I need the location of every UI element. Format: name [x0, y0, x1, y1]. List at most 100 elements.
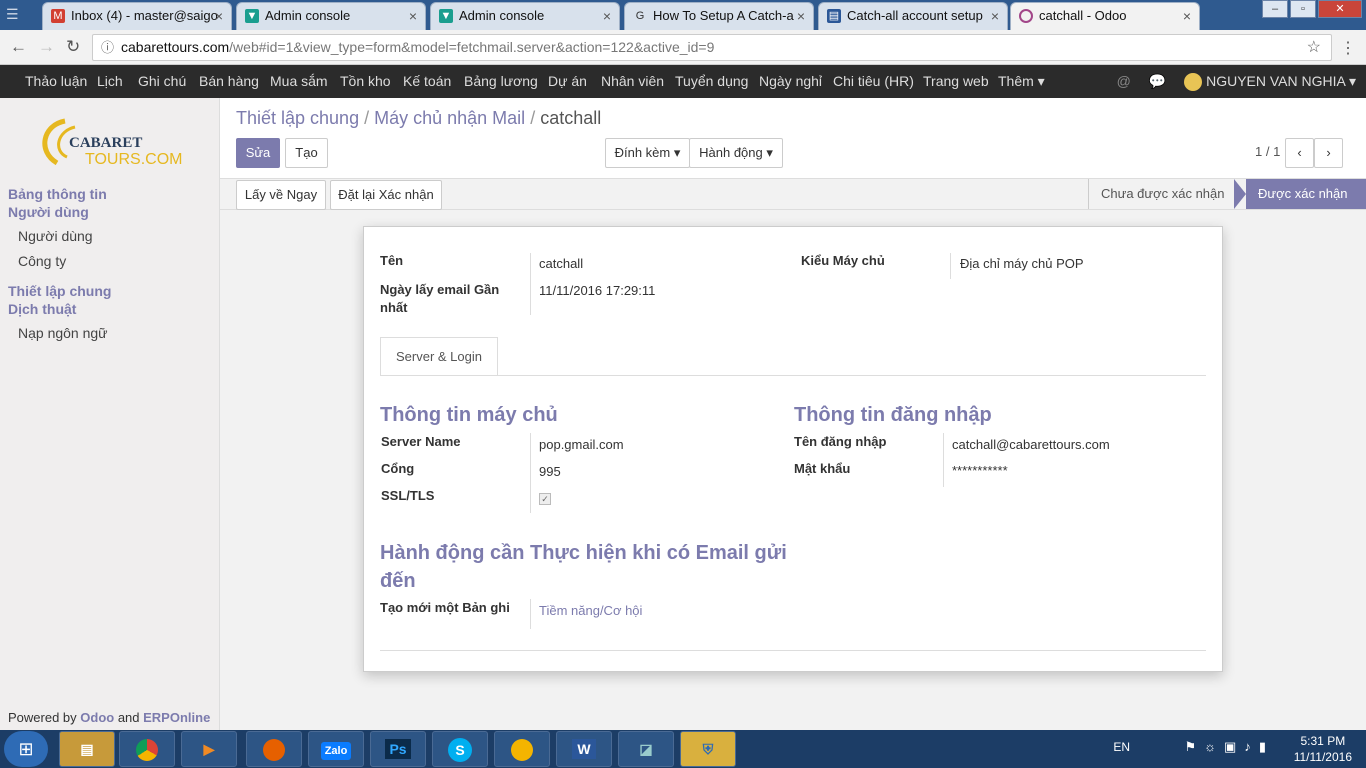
menu-mua-sam[interactable]: Mua sắm	[270, 65, 328, 98]
chrome-icon[interactable]	[119, 731, 175, 767]
attachment-dropdown[interactable]: Đính kèm ▾	[605, 138, 690, 168]
system-tray-icons[interactable]: ⚑☼▣♪▮	[1184, 739, 1274, 755]
menu-chi-tieu[interactable]: Chi tiêu (HR)	[833, 65, 914, 98]
skype-icon[interactable]: S	[432, 731, 488, 767]
chrome-canary-icon[interactable]	[494, 731, 550, 767]
bookmark-star-icon[interactable]: ☆	[1307, 35, 1321, 60]
field-separator	[943, 433, 944, 487]
powered-and: and	[114, 710, 144, 725]
paint-icon[interactable]: ◪	[618, 731, 674, 767]
back-icon[interactable]: ←	[10, 37, 27, 57]
odoo-link[interactable]: Odoo	[80, 710, 114, 725]
sheet-bottom-divider	[380, 650, 1206, 651]
create-record-label: Tạo mới một Bản ghi	[380, 600, 510, 615]
action-dropdown[interactable]: Hành động ▾	[689, 138, 783, 168]
language-indicator[interactable]: EN	[1113, 740, 1130, 754]
browser-tab-catchall-setup[interactable]: ▤ Catch-all account setup ×	[818, 2, 1008, 30]
stage-unconfirmed[interactable]: Chưa được xác nhận	[1088, 179, 1237, 209]
breadcrumb-current: catchall	[540, 108, 602, 128]
clock-date: 11/11/2016	[1293, 750, 1352, 764]
sidebar-item-load-language[interactable]: Nạp ngôn ngữ	[18, 325, 108, 341]
browser-tab-admin-1[interactable]: ▼ Admin console ×	[236, 2, 426, 30]
browser-menu-icon[interactable]: ☰	[6, 6, 26, 24]
menu-bang-luong[interactable]: Bảng lương	[464, 65, 538, 98]
pager-previous-button[interactable]: ‹	[1285, 138, 1314, 168]
close-icon[interactable]: ×	[797, 3, 805, 29]
server-name-label: Server Name	[381, 434, 461, 449]
maximize-icon[interactable]: ▫	[1290, 0, 1316, 18]
server-type-label: Kiểu Máy chủ	[801, 253, 885, 268]
close-icon[interactable]: ×	[215, 3, 223, 29]
zalo-icon[interactable]: Zalo	[308, 731, 364, 767]
create-record-value[interactable]: Tiềm năng/Cơ hội	[539, 603, 642, 618]
close-icon[interactable]: ×	[603, 3, 611, 29]
security-shield-icon[interactable]: ⛨	[680, 731, 736, 767]
stage-confirmed[interactable]: Được xác nhận	[1246, 179, 1366, 209]
breadcrumb-general-settings[interactable]: Thiết lập chung	[236, 108, 359, 128]
windows-start-icon[interactable]: ⊞	[4, 731, 48, 767]
photoshop-icon[interactable]: Ps	[370, 731, 426, 767]
browser-tab-odoo[interactable]: catchall - Odoo ×	[1010, 2, 1200, 30]
sidebar-head-general-settings[interactable]: Thiết lập chung	[8, 283, 111, 299]
url-path: /web#id=1&view_type=form&model=fetchmail…	[229, 39, 715, 55]
form-sheet: Tên catchall Ngày lấy email Gần nhất 11/…	[363, 226, 1223, 672]
firefox-icon[interactable]	[246, 731, 302, 767]
sidebar-head-users[interactable]: Người dùng	[8, 204, 89, 220]
menu-ton-kho[interactable]: Tồn kho	[340, 65, 391, 98]
minimize-icon[interactable]: –	[1262, 0, 1288, 18]
at-icon[interactable]: @	[1117, 73, 1131, 89]
close-icon[interactable]: ×	[1183, 3, 1191, 29]
menu-du-an[interactable]: Dự án	[548, 65, 587, 98]
sidebar-head-translations[interactable]: Dịch thuật	[8, 301, 76, 317]
ssl-checkbox[interactable]: ✓	[539, 493, 551, 505]
breadcrumb-separator: /	[359, 108, 375, 128]
menu-tuyen-dung[interactable]: Tuyển dụng	[675, 65, 748, 98]
menu-ngay-nghi[interactable]: Ngày nghỉ	[759, 65, 822, 98]
breadcrumb-mail-servers[interactable]: Máy chủ nhận Mail	[374, 108, 525, 128]
close-window-icon[interactable]: ✕	[1318, 0, 1362, 18]
menu-lich[interactable]: Lịch	[97, 65, 123, 98]
system-clock[interactable]: 5:31 PM 11/11/2016	[1294, 733, 1352, 765]
erponline-link[interactable]: ERPOnline	[143, 710, 210, 725]
pager-next-button[interactable]: ›	[1314, 138, 1343, 168]
menu-nhan-vien[interactable]: Nhân viên	[601, 65, 664, 98]
edit-button[interactable]: Sửa	[236, 138, 280, 168]
media-player-icon[interactable]: ▶	[181, 731, 237, 767]
chat-icon[interactable]: 💬	[1149, 73, 1166, 89]
url-domain: cabarettours.com	[121, 39, 230, 55]
breadcrumb: Thiết lập chung / Máy chủ nhận Mail / ca…	[236, 108, 601, 129]
fetch-now-button[interactable]: Lấy về Ngay	[236, 180, 326, 210]
menu-ghi-chu[interactable]: Ghi chú	[138, 65, 186, 98]
chevron-down-icon[interactable]: ▾	[1349, 73, 1356, 89]
company-logo[interactable]: CABARET TOURS.COM	[35, 113, 195, 173]
sidebar-item-users[interactable]: Người dùng	[18, 228, 93, 244]
explorer-icon[interactable]: ▤	[59, 731, 115, 767]
menu-them[interactable]: Thêm ▾	[998, 65, 1045, 98]
incoming-action-heading: Hành động cần Thực hiện khi có Email gửi…	[380, 542, 787, 592]
close-icon[interactable]: ×	[991, 3, 999, 29]
browser-tab-inbox[interactable]: M Inbox (4) - master@saigo ×	[42, 2, 232, 30]
menu-ban-hang[interactable]: Bán hàng	[199, 65, 259, 98]
menu-thao-luan[interactable]: Thảo luận	[25, 65, 87, 98]
user-name[interactable]: NGUYEN VAN NGHIA	[1206, 73, 1345, 89]
browser-tab-admin-2[interactable]: ▼ Admin console ×	[430, 2, 620, 30]
forward-icon[interactable]: →	[38, 37, 55, 57]
tab-title: Catch-all account setup	[847, 8, 983, 23]
create-button[interactable]: Tạo	[285, 138, 328, 168]
menu-trang-web[interactable]: Trang web	[923, 65, 989, 98]
tab-server-login[interactable]: Server & Login	[380, 337, 498, 376]
browser-tab-howto[interactable]: G How To Setup A Catch-a ×	[624, 2, 814, 30]
info-icon[interactable]: ⓘ	[101, 35, 114, 60]
reset-confirmation-button[interactable]: Đặt lại Xác nhận	[330, 180, 442, 210]
close-icon[interactable]: ×	[409, 3, 417, 29]
reload-icon[interactable]: ↻	[66, 37, 80, 57]
menu-ke-toan[interactable]: Kế toán	[403, 65, 451, 98]
field-separator	[530, 253, 531, 315]
url-input[interactable]: ⓘ cabarettours.com/web#id=1&view_type=fo…	[92, 34, 1332, 61]
browser-menu-dots-icon[interactable]: ⋮	[1340, 38, 1356, 58]
sidebar-item-companies[interactable]: Công ty	[18, 253, 66, 269]
sidebar-head-dashboard[interactable]: Bảng thông tin	[8, 186, 107, 202]
tab-title: Admin console	[265, 8, 351, 23]
word-icon[interactable]: W	[556, 731, 612, 767]
username-label: Tên đăng nhập	[794, 434, 887, 449]
